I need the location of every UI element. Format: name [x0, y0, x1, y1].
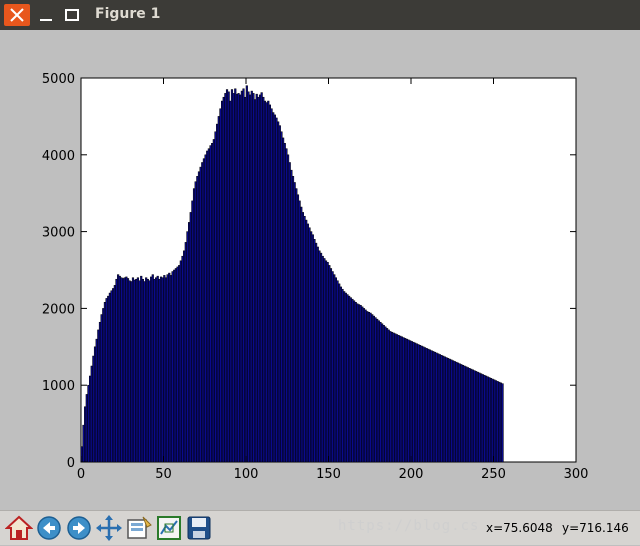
close-button[interactable] [4, 4, 30, 26]
y-tick-label: 1000 [42, 379, 75, 394]
window-titlebar: Figure 1 [0, 0, 640, 30]
x-tick-label: 50 [155, 467, 172, 482]
pan-button[interactable] [95, 514, 123, 542]
y-tick-label: 3000 [42, 226, 75, 241]
y-tick-label: 5000 [42, 72, 75, 87]
save-button[interactable] [185, 514, 213, 542]
x-tick-label: 200 [399, 467, 424, 482]
zoom-button[interactable] [125, 514, 153, 542]
forward-arrow-icon [67, 516, 91, 540]
home-icon [4, 515, 34, 540]
maximize-button[interactable] [60, 4, 84, 26]
forward-button[interactable] [65, 514, 93, 542]
x-tick-label: 100 [234, 467, 259, 482]
back-arrow-icon [37, 516, 61, 540]
histogram-chart: 0 50 100 150 200 250 300 0 1000 2000 3000 4000 5000 [42, 72, 589, 482]
save-icon [187, 516, 211, 540]
zoom-rect-icon [127, 516, 152, 539]
y-tick-label: 0 [67, 456, 75, 471]
x-tick-label: 0 [77, 467, 85, 482]
subplots-icon [157, 516, 181, 540]
subplots-button[interactable] [155, 514, 183, 542]
watermark-text: https://blog.cs [338, 518, 480, 534]
minimize-icon [40, 19, 52, 21]
maximize-icon [65, 9, 79, 21]
close-icon [10, 8, 24, 22]
navigation-toolbar: https://blog.cs x=75.6048 y=716.146 [0, 510, 640, 545]
x-tick-label: 250 [481, 467, 506, 482]
y-tick-label: 4000 [42, 149, 75, 164]
x-tick-label: 150 [316, 467, 341, 482]
y-coordinate-readout: y=716.146 [562, 521, 629, 535]
home-button[interactable] [4, 514, 34, 542]
back-button[interactable] [35, 514, 63, 542]
x-coordinate-readout: x=75.6048 [486, 521, 553, 535]
pan-icon [96, 515, 122, 541]
minimize-button[interactable] [34, 4, 58, 26]
x-tick-label: 300 [564, 467, 589, 482]
window-title: Figure 1 [95, 6, 161, 22]
y-tick-label: 2000 [42, 302, 75, 317]
histogram-bar [501, 383, 504, 463]
